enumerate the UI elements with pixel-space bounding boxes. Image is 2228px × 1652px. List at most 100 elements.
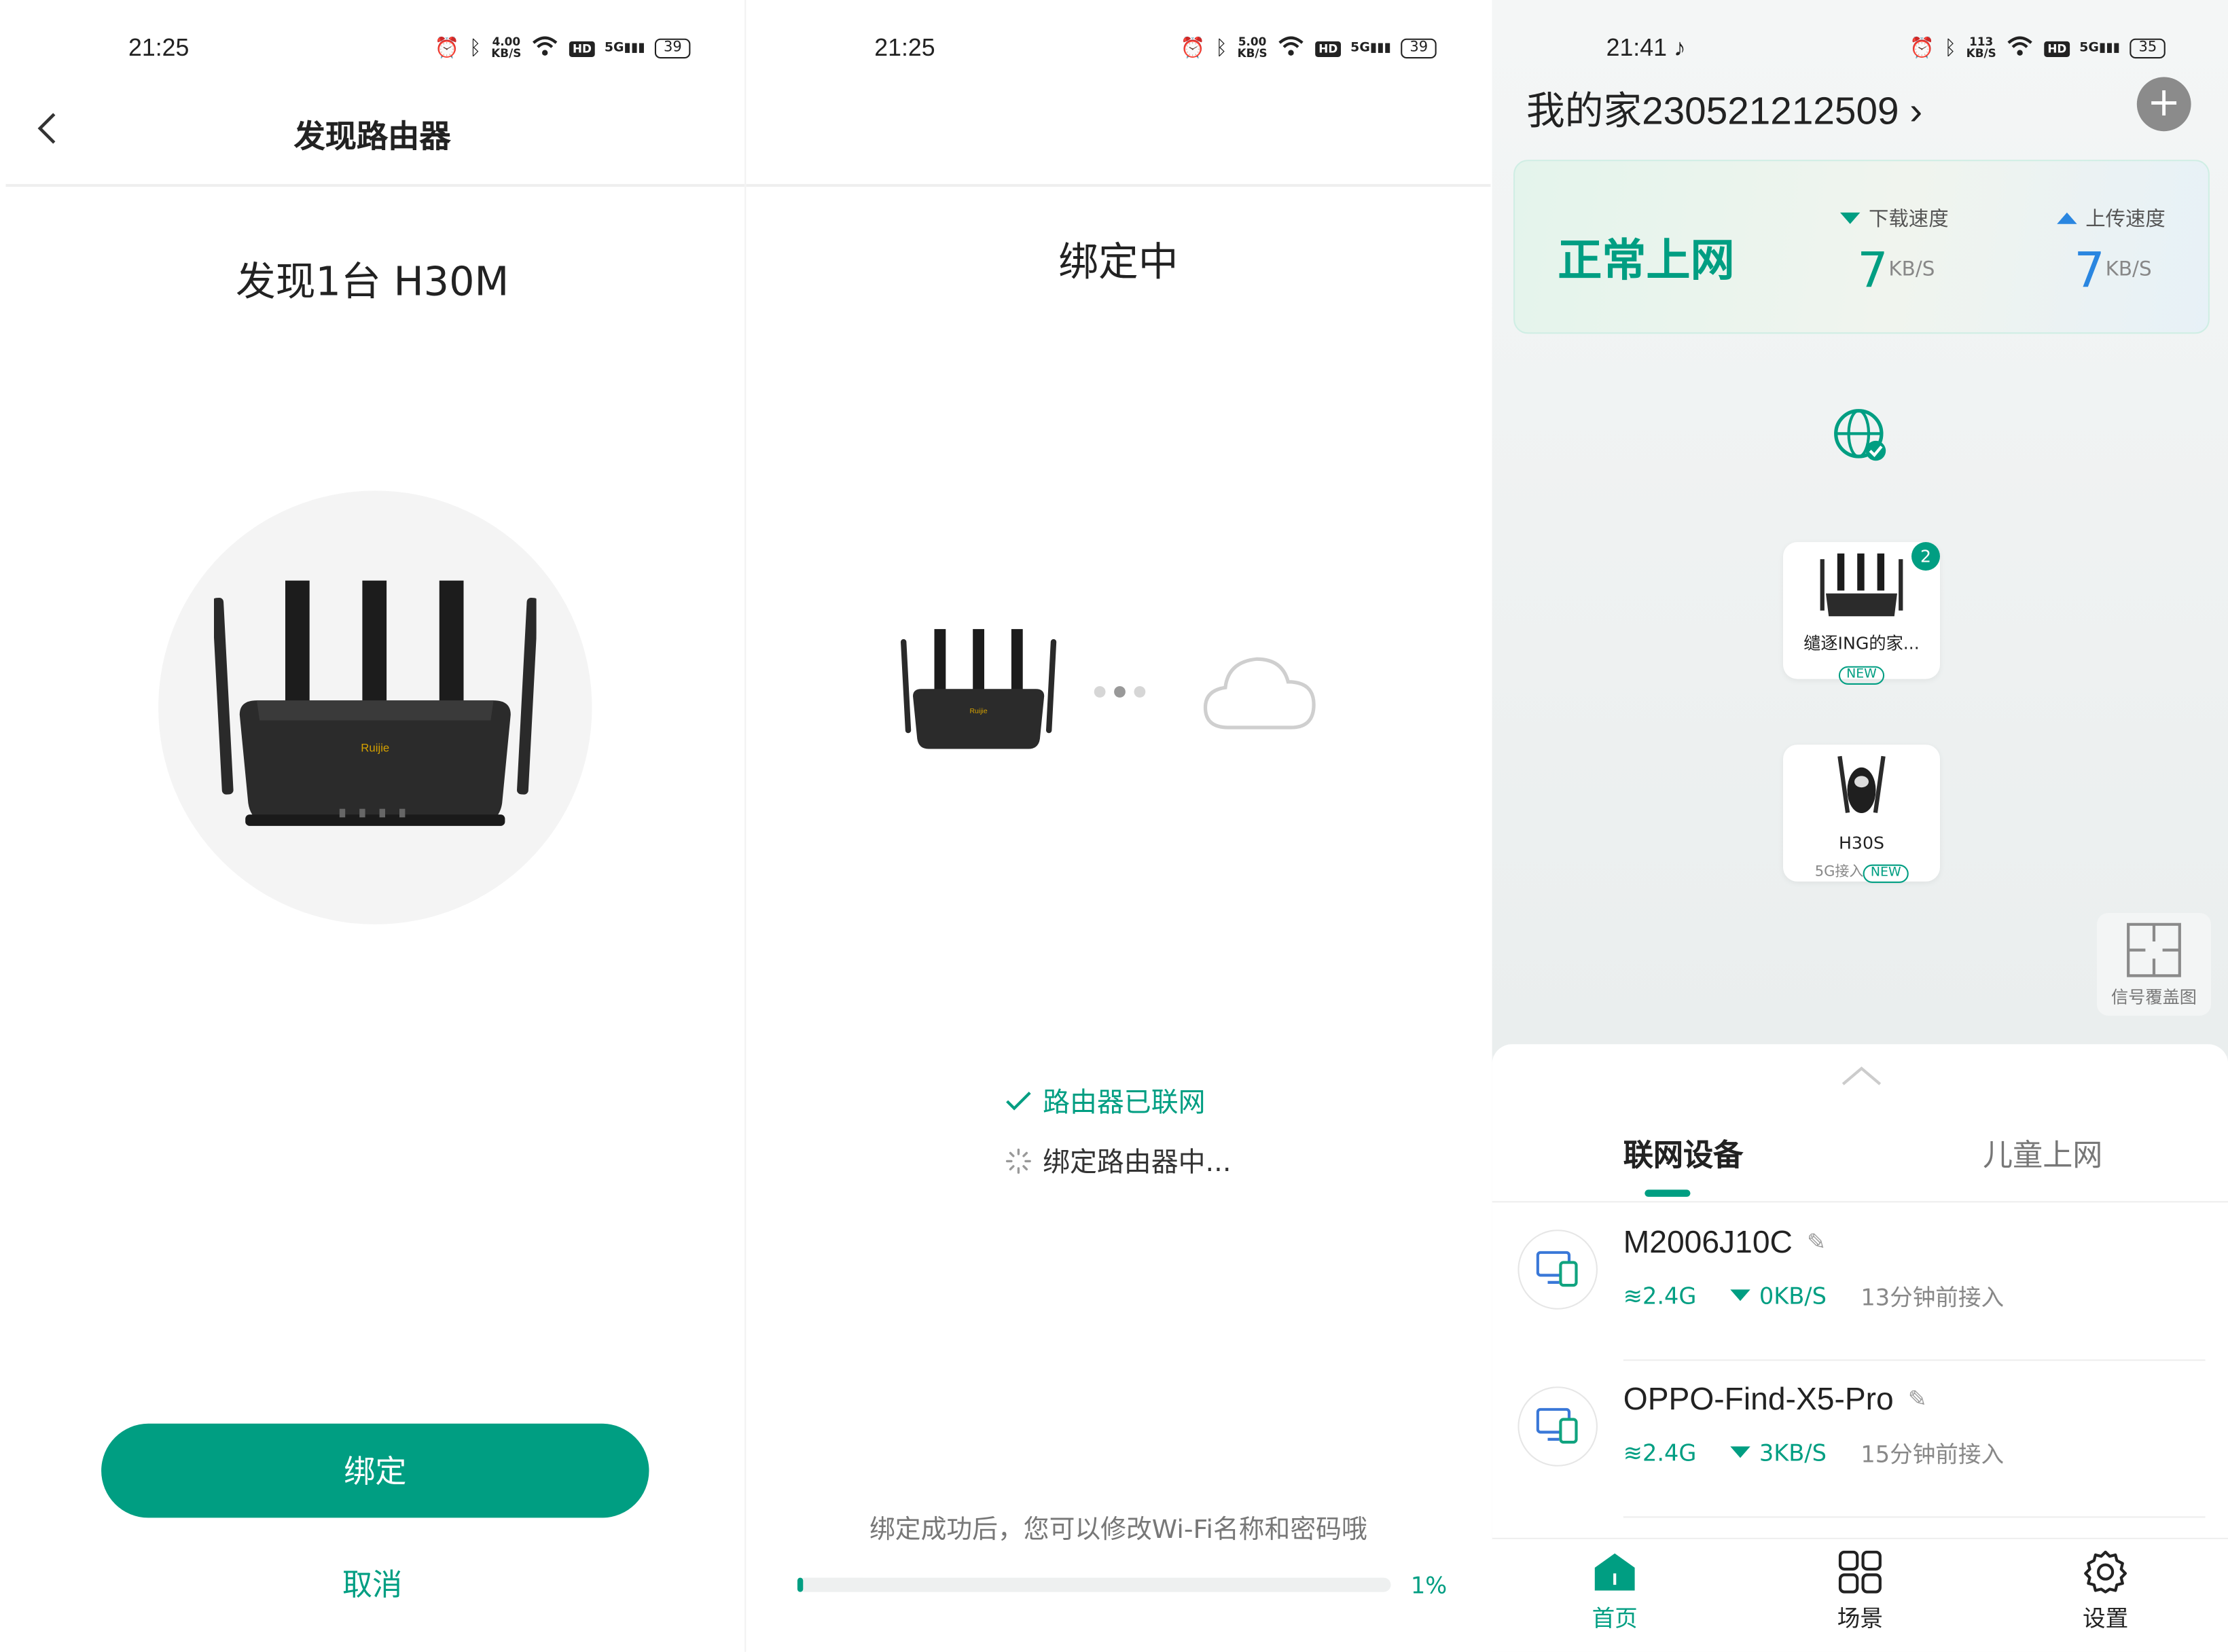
nav-settings[interactable]: 设置 (2049, 1550, 2163, 1634)
status-bar: 21:25 ⏰ ᛒ 5.00 KB/S HD 5G▮▮▮ 39 (746, 31, 1490, 69)
device-meta: ≋2.4G 0KB/S 13分钟前接入 (1623, 1278, 2004, 1312)
divider (5, 183, 745, 187)
bluetooth-icon: ᛒ (1215, 37, 1227, 60)
device-speed: 3KB/S (1730, 1439, 1827, 1466)
progress-label: 1% (1410, 1572, 1448, 1600)
device-row[interactable]: OPPO-Find-X5-Pro ✎ ≋2.4G 3KB/S 15分钟前接入 (1492, 1361, 2228, 1518)
divider (1492, 1201, 2228, 1203)
chevron-up-icon[interactable] (1840, 1064, 1883, 1088)
divider (746, 183, 1491, 187)
device-name: M2006J10C ✎ (1623, 1223, 1827, 1260)
wifi-icon (2006, 34, 2034, 62)
wifi-band: ≋2.4G (1623, 1438, 1697, 1466)
tiktok-icon: ♪ (1673, 34, 1686, 62)
status-bar: 21:25 ⏰ ᛒ 4.00 KB/S HD 5G▮▮▮ 39 (0, 31, 744, 69)
bluetooth-icon: ᛒ (1944, 37, 1956, 60)
progress-fill (797, 1577, 804, 1592)
battery-icon: 39 (1401, 38, 1437, 59)
network-status-card: 正常上网 下载速度 7 KB/S 上传速度 7 KB/S (1513, 160, 2210, 334)
bind-hint: 绑定成功后，您可以修改Wi-Fi名称和密码哦 (869, 1515, 1367, 1545)
globe-icon (1834, 409, 1886, 461)
divider (1623, 1516, 2206, 1518)
floorplan-icon (2127, 922, 2181, 977)
download-arrow-icon (1839, 212, 1861, 224)
connect-time: 13分钟前接入 (1861, 1283, 2005, 1311)
device-name: OPPO-Find-X5-Pro ✎ (1623, 1380, 1927, 1417)
download-value: 7 (1857, 242, 1888, 300)
new-badge: NEW (1863, 864, 1909, 883)
cancel-button[interactable]: 取消 (0, 1562, 744, 1605)
device-speed: 0KB/S (1730, 1282, 1827, 1309)
binding-title: 绑定中 (1058, 238, 1179, 285)
download-arrow-icon (1730, 1289, 1751, 1301)
home-selector[interactable]: 我的家230521212509 › (1526, 80, 1922, 136)
router-icon (1820, 553, 1903, 617)
net-speed: 5.00 KB/S (1237, 35, 1268, 60)
device-icon (1517, 1386, 1598, 1467)
svg-text:Ruijie: Ruijie (361, 742, 389, 755)
connect-time: 15分钟前接入 (1861, 1441, 2005, 1468)
bind-button[interactable]: 绑定 (101, 1423, 649, 1518)
battery-icon: 39 (655, 38, 691, 59)
coverage-label: 信号覆盖图 (2110, 987, 2197, 1007)
node-name: H30S (1838, 833, 1885, 853)
new-badge: NEW (1839, 666, 1884, 685)
alarm-icon: ⏰ (434, 37, 460, 60)
gear-icon (2084, 1550, 2127, 1594)
cloud-icon (1203, 657, 1316, 730)
wifi-icon (531, 34, 560, 62)
wifi-icon: ≋ (1623, 1438, 1642, 1466)
edit-icon[interactable]: ✎ (1807, 1228, 1826, 1257)
progress-bar (797, 1577, 1391, 1592)
check-icon (1006, 1091, 1031, 1110)
alarm-icon: ⏰ (1180, 37, 1206, 60)
signal-icon: 5G▮▮▮ (2079, 41, 2121, 56)
status-time: 21:41 ♪ (1606, 34, 1686, 62)
chevron-right-icon: › (1909, 90, 1923, 133)
device-row[interactable]: M2006J10C ✎ ≋2.4G 0KB/S 13分钟前接入 (1492, 1204, 2228, 1361)
step-binding: 绑定路由器中... (1005, 1141, 1232, 1180)
node-name: 缱逐ING的家... (1803, 633, 1920, 653)
signal-icon: 5G▮▮▮ (604, 41, 645, 56)
hd-icon: HD (2045, 40, 2070, 56)
device-meta: ≋2.4G 3KB/S 15分钟前接入 (1623, 1435, 2004, 1469)
hd-icon: HD (569, 40, 595, 56)
bottom-nav: 首页 场景 设置 (1492, 1537, 2228, 1652)
router-image: Ruijie (901, 629, 1057, 749)
page-title: 发现路由器 (293, 120, 451, 156)
sub-router-node[interactable]: H30S 5G接入 NEW (1783, 744, 1940, 883)
battery-icon: 35 (2130, 38, 2166, 59)
upload-value: 7 (2074, 242, 2105, 300)
net-status: 正常上网 (1558, 235, 1735, 287)
home-icon (1594, 1553, 1635, 1591)
router-image: Ruijie (214, 580, 537, 826)
net-speed: 4.00 KB/S (491, 35, 522, 60)
status-bar: 21:41 ♪ ⏰ ᛒ 113 KB/S HD 5G▮▮▮ 35 (1492, 31, 2228, 69)
status-time: 21:25 (128, 34, 190, 62)
nav-home[interactable]: 首页 (1558, 1551, 1672, 1634)
found-router-text: 发现1台 H30M (235, 258, 509, 306)
wifi-icon: ≋ (1623, 1281, 1642, 1309)
tab-kids[interactable]: 儿童上网 (1983, 1132, 2102, 1175)
signal-icon: 5G▮▮▮ (1350, 41, 1392, 56)
coverage-map-button[interactable]: 信号覆盖图 (2096, 913, 2211, 1016)
binding-screen: 21:25 ⏰ ᛒ 5.00 KB/S HD 5G▮▮▮ 39 绑定中 Ruiji (744, 0, 1491, 1652)
nav-scene[interactable]: 场景 (1803, 1550, 1917, 1634)
net-speed: 113 KB/S (1966, 35, 1996, 60)
discover-router-screen: 21:25 ⏰ ᛒ 4.00 KB/S HD 5G▮▮▮ 39 发现路由器 发现1… (0, 0, 745, 1652)
loading-icon (1005, 1147, 1031, 1173)
upload-unit: KB/S (2105, 258, 2152, 281)
edit-icon[interactable]: ✎ (1908, 1385, 1927, 1414)
add-button[interactable]: + (2136, 77, 2191, 132)
status-time: 21:25 (874, 34, 935, 62)
upload-label: 上传速度 (2057, 204, 2166, 232)
tab-devices[interactable]: 联网设备 (1623, 1132, 1743, 1175)
wifi-band: ≋2.4G (1623, 1281, 1697, 1309)
connecting-dots (1094, 686, 1146, 698)
download-label: 下载速度 (1839, 204, 1949, 232)
step-connected: 路由器已联网 (1005, 1081, 1206, 1120)
mesh-router-icon (1837, 755, 1886, 813)
tab-indicator (1645, 1189, 1691, 1197)
grid-icon (1838, 1550, 1882, 1594)
device-icon (1517, 1229, 1598, 1310)
